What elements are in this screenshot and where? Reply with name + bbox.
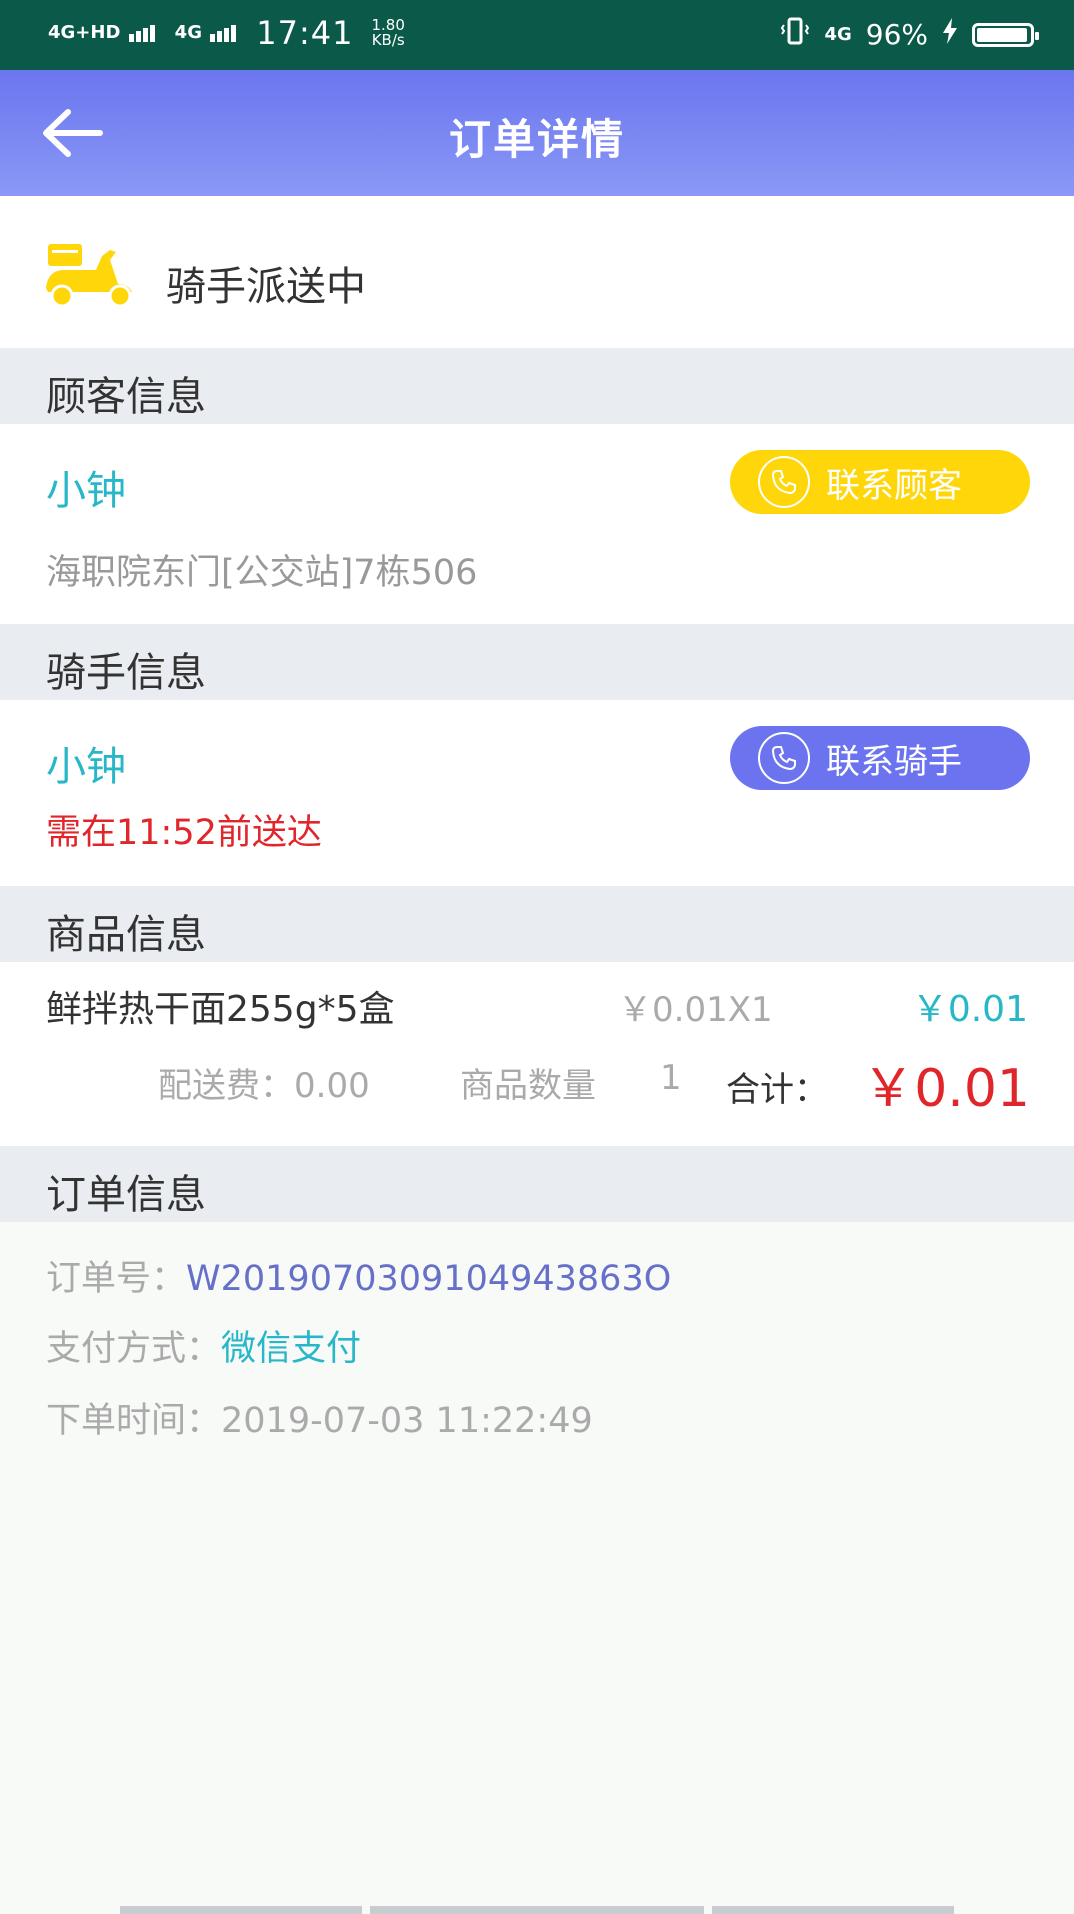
section-header-customer: 顾客信息 [0,348,1074,424]
clock: 17:41 [256,14,354,52]
bottom-handle [370,1906,704,1914]
rider-name: 小钟 [46,744,126,790]
delivery-fee: 配送费：0.00 [158,1066,370,1106]
order-number-row: 订单号：W2019070309104943863O [46,1259,672,1299]
payment-method: 微信支付 [221,1329,362,1369]
network-type: 4G [824,24,852,45]
section-header-goods: 商品信息 [0,886,1074,962]
customer-name: 小钟 [46,468,126,514]
contact-rider-button[interactable]: 联系骑手 [730,726,1030,790]
delivery-deadline: 需在11:52前送达 [46,813,322,853]
goods-price: ￥0.01 [911,989,1028,1030]
goods-card: 鲜拌热干面255g*5盒 ￥0.01X1 ￥0.01 配送费：0.00 商品数量… [0,962,1074,1146]
order-number: W2019070309104943863O [186,1259,672,1299]
goods-name: 鲜拌热干面255g*5盒 [46,989,395,1030]
page-title: 订单详情 [448,115,625,164]
quantity-label: 商品数量 [460,1066,596,1106]
rider-card: 小钟 联系骑手 需在11:52前送达 [0,700,1074,886]
order-time: 2019-07-03 11:22:49 [221,1401,593,1441]
charging-icon [942,18,958,51]
section-header-order: 订单信息 [0,1146,1074,1222]
phone-icon [758,456,810,508]
status-bar: 4G+HD 4G 17:41 1.80 KB/s 4G 96% [0,0,1074,70]
signal-indicator-2: 4G [175,24,239,42]
order-status-row: 骑手派送中 [0,196,1074,348]
battery-percent: 96% [865,18,928,51]
customer-card: 小钟 联系顾客 海职院东门[公交站]7栋506 [0,424,1074,624]
app-header: 订单详情 [0,70,1074,196]
battery-icon [972,22,1039,47]
signal-bars-icon [128,24,157,42]
status-bar-left: 4G+HD 4G 17:41 1.80 KB/s [48,14,405,52]
bottom-handle [120,1906,362,1914]
total-label: 合计： [726,1070,828,1110]
total-amount: ￥0.01 [862,1059,1030,1119]
order-status-text: 骑手派送中 [166,264,366,310]
section-header-rider: 骑手信息 [0,624,1074,700]
contact-customer-button[interactable]: 联系顾客 [730,450,1030,514]
signal-bars-icon [210,24,238,42]
goods-unit-price: ￥0.01X1 [618,990,773,1030]
network-speed: 1.80 KB/s [371,16,405,49]
bottom-handle [712,1906,954,1914]
phone-icon [758,732,810,784]
customer-address: 海职院东门[公交站]7栋506 [46,553,478,593]
status-bar-right: 4G 96% [780,16,1039,53]
quantity-value: 1 [660,1058,682,1098]
payment-method-row: 支付方式：微信支付 [46,1329,362,1369]
signal-indicator-1: 4G+HD [48,24,157,42]
scooter-icon [44,242,136,312]
vibrate-icon [780,16,810,53]
order-time-row: 下单时间：2019-07-03 11:22:49 [46,1401,593,1441]
